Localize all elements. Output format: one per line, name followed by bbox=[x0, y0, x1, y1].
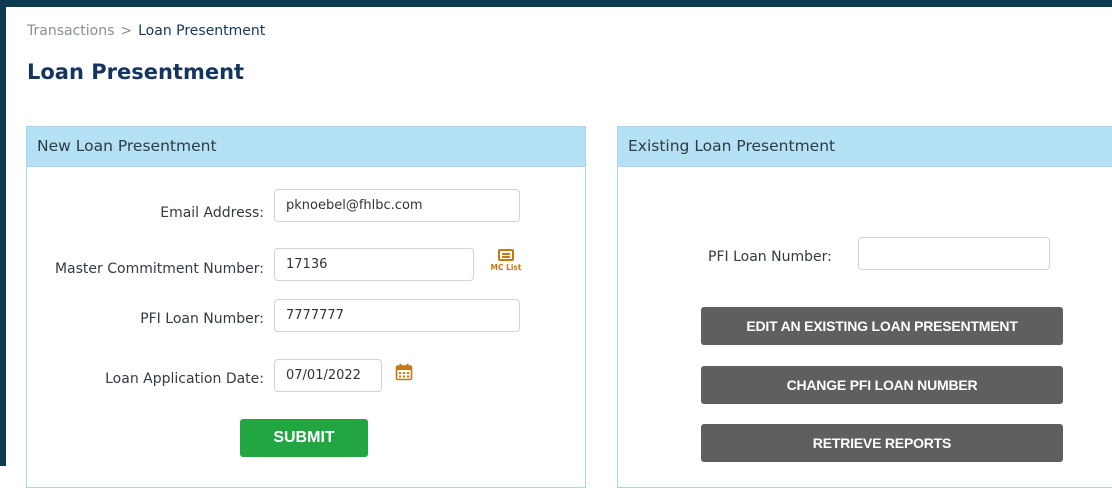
existing-loan-presentment-panel: Existing Loan Presentment PFI Loan Numbe… bbox=[617, 126, 1112, 488]
loan-application-date-label: Loan Application Date: bbox=[105, 371, 264, 387]
breadcrumb-separator: > bbox=[120, 23, 133, 39]
retrieve-reports-button[interactable]: RETRIEVE REPORTS bbox=[701, 424, 1063, 462]
mc-list-button[interactable]: MC List bbox=[486, 249, 526, 279]
breadcrumb-parent-link[interactable]: Transactions bbox=[27, 23, 114, 39]
new-loan-panel-header: New Loan Presentment bbox=[27, 127, 585, 167]
breadcrumb: Transactions > Loan Presentment bbox=[27, 23, 265, 39]
email-field[interactable] bbox=[274, 189, 520, 222]
pfi-loan-number-label: PFI Loan Number: bbox=[140, 311, 264, 327]
window-frame-left bbox=[0, 0, 6, 466]
edit-existing-loan-presentment-button[interactable]: EDIT AN EXISTING LOAN PRESENTMENT bbox=[701, 307, 1063, 345]
email-label: Email Address: bbox=[160, 205, 264, 221]
existing-pfi-loan-number-field[interactable] bbox=[858, 237, 1050, 270]
page-title: Loan Presentment bbox=[27, 60, 245, 84]
document-list-icon bbox=[498, 249, 514, 261]
calendar-icon[interactable] bbox=[395, 363, 413, 381]
new-loan-presentment-panel: New Loan Presentment Email Address: Mast… bbox=[26, 126, 586, 488]
loan-application-date-field[interactable] bbox=[274, 359, 382, 392]
breadcrumb-current: Loan Presentment bbox=[138, 23, 266, 39]
window-frame-top bbox=[0, 0, 1112, 7]
existing-pfi-loan-number-label: PFI Loan Number: bbox=[708, 249, 832, 265]
submit-button[interactable]: SUBMIT bbox=[240, 419, 368, 457]
mc-list-caption: MC List bbox=[490, 263, 522, 272]
pfi-loan-number-field[interactable] bbox=[274, 299, 520, 332]
master-commitment-label: Master Commitment Number: bbox=[54, 261, 264, 277]
master-commitment-field[interactable] bbox=[274, 248, 474, 281]
change-pfi-loan-number-button[interactable]: CHANGE PFI LOAN NUMBER bbox=[701, 366, 1063, 404]
existing-loan-panel-header: Existing Loan Presentment bbox=[618, 127, 1112, 167]
